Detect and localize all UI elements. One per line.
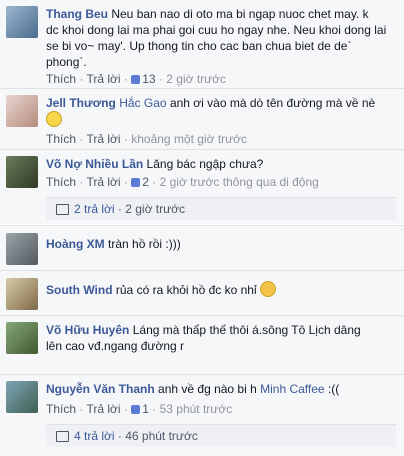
comment-author[interactable]: Jell Thương [46, 96, 116, 110]
thumbs-up-icon [131, 178, 141, 187]
timestamp[interactable]: 2 giờ trước [166, 72, 226, 86]
comment-author[interactable]: Hoàng XM [46, 237, 105, 251]
comment-text-line: Láng mà thấp thế thôi á.sông Tô Lịch dân… [132, 323, 361, 337]
via-mobile[interactable]: thông qua di động [223, 175, 319, 189]
like-link[interactable]: Thích [46, 402, 76, 416]
comment-suffix: :(( [327, 382, 340, 396]
reply-bubble-icon [56, 431, 69, 442]
comment-text-line: lên cao vđ.ngang đường r [46, 339, 184, 353]
comment-text: Lăng bác ngập chưa? [146, 157, 264, 171]
reply-link[interactable]: Trả lời [86, 72, 120, 86]
comment-text-line: dc khoi dong lai ma phai goi cuu ho ngay… [46, 23, 387, 37]
comment-actions: Thích · Trả lời · 13 · 2 giờ trước [46, 72, 227, 86]
comment-actions: Thích · Trả lời · 2 · 2 giờ trước thông … [46, 175, 319, 189]
like-link[interactable]: Thích [46, 132, 76, 146]
reply-link[interactable]: Trả lời [86, 132, 120, 146]
like-link[interactable]: Thích [46, 175, 76, 189]
comment-actions: Thích · Trả lời · 1 · 53 phút trước [46, 402, 233, 416]
mention-link[interactable]: Minh Caffee [260, 382, 324, 396]
smiley-icon [259, 281, 276, 297]
like-count[interactable]: 13 [142, 72, 155, 86]
comment-author[interactable]: Nguyễn Văn Thanh [46, 382, 155, 396]
comment-author[interactable]: Thang Beu [46, 7, 108, 21]
comment-actions: Thích · Trả lời · khoảng một giờ trước [46, 132, 248, 146]
comment-text-line: Neu ban nao di oto ma bi ngap nuoc chet … [111, 7, 369, 21]
view-replies-button[interactable]: 4 trả lời · 46 phút trước [46, 424, 396, 447]
timestamp[interactable]: 2 giờ trước [160, 175, 220, 189]
like-count[interactable]: 1 [142, 402, 149, 416]
avatar-vo-huu-huyen[interactable] [6, 322, 38, 354]
comment-author[interactable]: Võ Nợ Nhiều Lần [46, 157, 143, 171]
comment-text-line: phong`. [46, 55, 87, 69]
timestamp[interactable]: khoảng một giờ trước [131, 132, 247, 146]
thumbs-up-icon [131, 405, 141, 414]
timestamp[interactable]: 53 phút trước [160, 402, 233, 416]
avatar-hoang-xm[interactable] [6, 233, 38, 265]
avatar-jell-thuong[interactable] [6, 95, 38, 127]
reply-bubble-icon [56, 204, 69, 215]
avatar-nguyen-van-thanh[interactable] [6, 381, 38, 413]
avatar-thang-beu[interactable] [6, 6, 38, 38]
view-replies-button[interactable]: 2 trả lời · 2 giờ trước [46, 197, 396, 220]
comment-text: rủa có ra khỏi hồ đc ko nhỉ [115, 283, 257, 297]
avatar-south-wind[interactable] [6, 278, 38, 310]
comment-text: anh ơi vào mà dò tên đường mà về nè [169, 96, 376, 110]
comment-author[interactable]: South Wind [46, 283, 113, 297]
like-count[interactable]: 2 [142, 175, 149, 189]
replies-time: 46 phút trước [125, 429, 198, 443]
like-link[interactable]: Thích [46, 72, 76, 86]
replies-count[interactable]: 4 trả lời [74, 429, 115, 443]
comment-text-line: se bi vo~ may'. Up thong tin cho cac ban… [46, 39, 352, 53]
reply-link[interactable]: Trả lời [86, 402, 120, 416]
comment-text: tràn hồ rồi :))) [108, 237, 181, 251]
reply-link[interactable]: Trả lời [86, 175, 120, 189]
smiley-icon [46, 111, 62, 127]
comment-author[interactable]: Võ Hữu Huyên [46, 323, 129, 337]
avatar-vo-no-nhieu-lan[interactable] [6, 156, 38, 188]
replies-time: 2 giờ trước [125, 202, 186, 216]
mention-link[interactable]: Hắc Gao [119, 96, 166, 110]
comment-text: anh về đg nào bi h [158, 382, 257, 396]
replies-count[interactable]: 2 trả lời [74, 202, 115, 216]
thumbs-up-icon [131, 75, 141, 84]
